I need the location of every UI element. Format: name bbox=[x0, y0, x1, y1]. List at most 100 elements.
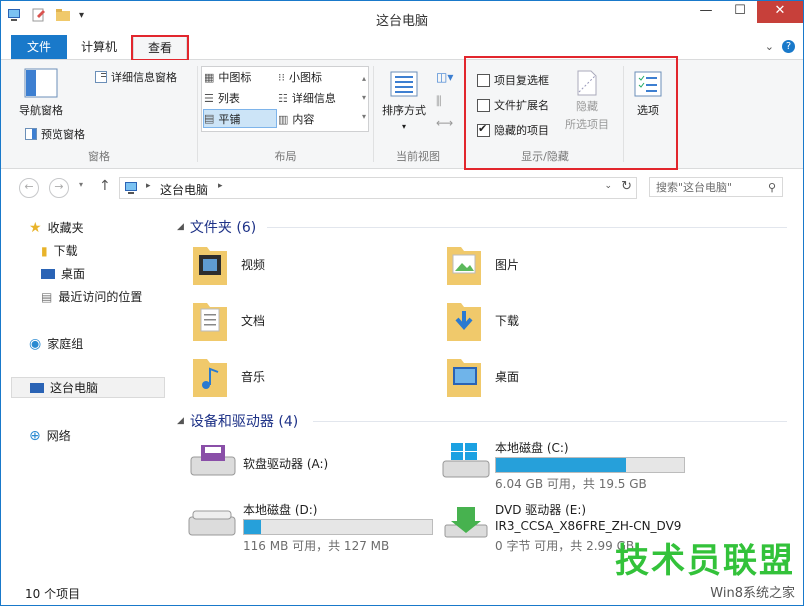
system-drive-icon bbox=[442, 443, 490, 478]
folders-section-header[interactable]: ◢ 文件夹 (6) bbox=[177, 217, 256, 237]
folder-pictures[interactable]: 图片 bbox=[445, 241, 519, 287]
minimize-button[interactable]: — bbox=[689, 1, 723, 23]
close-button[interactable]: ✕ bbox=[757, 1, 803, 23]
section-title: 文件夹 (6) bbox=[189, 220, 257, 236]
drive-name: 软盘驱动器 (A:) bbox=[243, 457, 329, 471]
desktop-folder-icon bbox=[447, 359, 481, 397]
drive-usage-fill bbox=[244, 520, 261, 534]
tiles-icon: ▤ bbox=[204, 112, 215, 125]
nav-item-desktop[interactable]: 桌面 bbox=[41, 265, 85, 282]
recent-icon: ▤ bbox=[41, 289, 53, 304]
breadcrumb-separator-icon[interactable]: ▸ bbox=[218, 181, 223, 191]
expand-ribbon-icon[interactable]: ⌄ bbox=[765, 40, 774, 53]
drive-d[interactable]: 本地磁盘 (D:) 116 MB 可用，共 127 MB bbox=[187, 495, 447, 553]
star-icon: ★ bbox=[29, 219, 42, 236]
layout-gallery: ▦ 中图标 ⁝⁝ 小图标 ☰ 列表 ☷ 详细信息 ▤ 平铺 ▥ 内容 ▴ ▾ ▾ bbox=[201, 66, 369, 132]
drive-name: 本地磁盘 (C:) bbox=[495, 441, 569, 455]
group-panes: 导航窗格 预览窗格 详细信息窗格 窗格 bbox=[1, 60, 197, 168]
content-area: ◢ 文件夹 (6) 视频 图片 文档 下载 音乐 桌面 ◢ 设备和驱动器 (4)… bbox=[177, 211, 803, 571]
nav-item-this-pc[interactable]: 这台电脑 bbox=[11, 377, 165, 398]
group-by-icon[interactable]: ◫▾ bbox=[436, 70, 453, 84]
up-button[interactable]: ↑ bbox=[99, 178, 111, 194]
nav-item-network[interactable]: ⊕ 网络 bbox=[29, 427, 71, 444]
watermark-subtitle: Win8系统之家 bbox=[710, 586, 795, 601]
nav-item-downloads[interactable]: ▮ 下载 bbox=[41, 242, 78, 259]
address-row: ← → ▾ ↑ ▸ 这台电脑 ▸ ⌄ ↻ 搜索"这台电脑" ⚲ bbox=[1, 174, 803, 200]
drive-usage-bar bbox=[495, 457, 685, 473]
layout-medium-icons[interactable]: ▦ 中图标 bbox=[204, 69, 251, 85]
details-icon: ☷ bbox=[278, 91, 288, 105]
drive-usage-fill bbox=[496, 458, 626, 472]
layout-details[interactable]: ☷ 详细信息 bbox=[278, 90, 336, 106]
sort-dropdown-icon: ▾ bbox=[401, 122, 406, 131]
floppy-drive-icon bbox=[190, 445, 236, 476]
network-icon: ⊕ bbox=[29, 427, 41, 444]
nav-item-homegroup[interactable]: ◉ 家庭组 bbox=[29, 335, 83, 352]
folder-desktop[interactable]: 桌面 bbox=[445, 353, 519, 399]
drive-c[interactable]: 本地磁盘 (C:) 6.04 GB 可用，共 19.5 GB bbox=[441, 437, 701, 491]
breadcrumb-separator-icon[interactable]: ▸ bbox=[146, 181, 151, 191]
back-button[interactable]: ← bbox=[19, 178, 39, 198]
layout-content[interactable]: ▥ 内容 bbox=[278, 111, 314, 127]
folder-videos[interactable]: 视频 bbox=[191, 241, 265, 287]
forward-button[interactable]: → bbox=[49, 178, 69, 198]
computer-icon bbox=[125, 182, 137, 194]
search-input[interactable]: 搜索"这台电脑" ⚲ bbox=[649, 177, 783, 197]
group-label-current-view: 当前视图 bbox=[396, 150, 440, 163]
layout-tiles[interactable]: ▤ 平铺 bbox=[203, 109, 277, 128]
group-current-view: 排序方式 ▾ ◫▾ ⫼ ⟷ 当前视图 bbox=[374, 60, 462, 168]
refresh-icon[interactable]: ↻ bbox=[621, 179, 632, 194]
dvd-drive-icon bbox=[444, 507, 488, 538]
navigation-pane: ★ 收藏夹 ▮ 下载 桌面 ▤ 最近访问的位置 ◉ 家庭组 这台电脑 ⊕ 网络 bbox=[11, 211, 171, 571]
size-columns-icon[interactable]: ⟷ bbox=[436, 116, 453, 130]
drives-section-header[interactable]: ◢ 设备和驱动器 (4) bbox=[177, 411, 298, 431]
layout-small-icons[interactable]: ⁝⁝ 小图标 bbox=[278, 69, 322, 85]
tab-computer[interactable]: 计算机 bbox=[71, 35, 127, 59]
navigation-pane-button[interactable]: 导航窗格 bbox=[19, 68, 63, 118]
homegroup-icon: ◉ bbox=[29, 335, 42, 352]
folder-music[interactable]: 音乐 bbox=[191, 353, 265, 399]
recent-locations-icon[interactable]: ▾ bbox=[79, 180, 83, 189]
drive-info: 6.04 GB 可用，共 19.5 GB bbox=[495, 477, 647, 491]
videos-folder-icon bbox=[193, 247, 227, 285]
address-dropdown-icon[interactable]: ⌄ bbox=[604, 181, 612, 191]
add-columns-icon[interactable]: ⫼ bbox=[436, 94, 442, 109]
section-divider bbox=[267, 227, 787, 228]
preview-pane-button[interactable]: 预览窗格 bbox=[25, 126, 85, 142]
tab-file[interactable]: 文件 bbox=[11, 35, 67, 59]
breadcrumb-location[interactable]: 这台电脑 bbox=[160, 181, 208, 198]
small-icons-icon: ⁝⁝ bbox=[278, 70, 285, 84]
window-title: 这台电脑 bbox=[375, 14, 428, 29]
preview-pane-icon bbox=[25, 128, 37, 140]
drive-usage-bar bbox=[243, 519, 433, 535]
collapse-icon[interactable]: ◢ bbox=[177, 416, 184, 426]
nav-item-favorites[interactable]: ★ 收藏夹 bbox=[29, 219, 84, 236]
drive-info: 116 MB 可用，共 127 MB bbox=[243, 539, 390, 553]
section-divider bbox=[313, 421, 787, 422]
downloads-folder-icon bbox=[447, 303, 481, 341]
layout-list[interactable]: ☰ 列表 bbox=[204, 90, 240, 106]
view-tab-highlight bbox=[131, 35, 189, 61]
watermark-title: 技术员联盟 bbox=[615, 541, 795, 581]
folder-downloads[interactable]: 下载 bbox=[445, 297, 519, 343]
details-pane-icon bbox=[95, 71, 107, 83]
pictures-folder-icon bbox=[447, 247, 481, 285]
sort-by-button[interactable]: 排序方式 ▾ bbox=[382, 70, 426, 131]
maximize-button[interactable]: ☐ bbox=[723, 1, 757, 23]
local-drive-icon bbox=[188, 510, 236, 536]
folder-documents[interactable]: 文档 bbox=[191, 297, 265, 343]
help-icon[interactable]: ? bbox=[782, 40, 795, 53]
item-count: 10 个项目 bbox=[25, 587, 81, 601]
show-hide-highlight bbox=[464, 56, 678, 170]
layout-scroll[interactable]: ▴ ▾ ▾ bbox=[362, 69, 366, 126]
desktop-icon bbox=[41, 268, 55, 279]
drive-name: DVD 驱动器 (E:) bbox=[495, 503, 587, 517]
music-folder-icon bbox=[193, 359, 227, 397]
address-bar[interactable]: ▸ 这台电脑 ▸ ⌄ ↻ bbox=[119, 177, 637, 199]
details-pane-button[interactable]: 详细信息窗格 bbox=[95, 69, 177, 85]
nav-item-recent[interactable]: ▤ 最近访问的位置 bbox=[41, 288, 142, 305]
title-bar: ▾ 这台电脑 — ☐ ✕ bbox=[1, 1, 803, 35]
drive-floppy[interactable]: 软盘驱动器 (A:) bbox=[187, 441, 427, 485]
collapse-icon[interactable]: ◢ bbox=[177, 222, 184, 232]
navigation-pane-icon bbox=[24, 68, 58, 98]
